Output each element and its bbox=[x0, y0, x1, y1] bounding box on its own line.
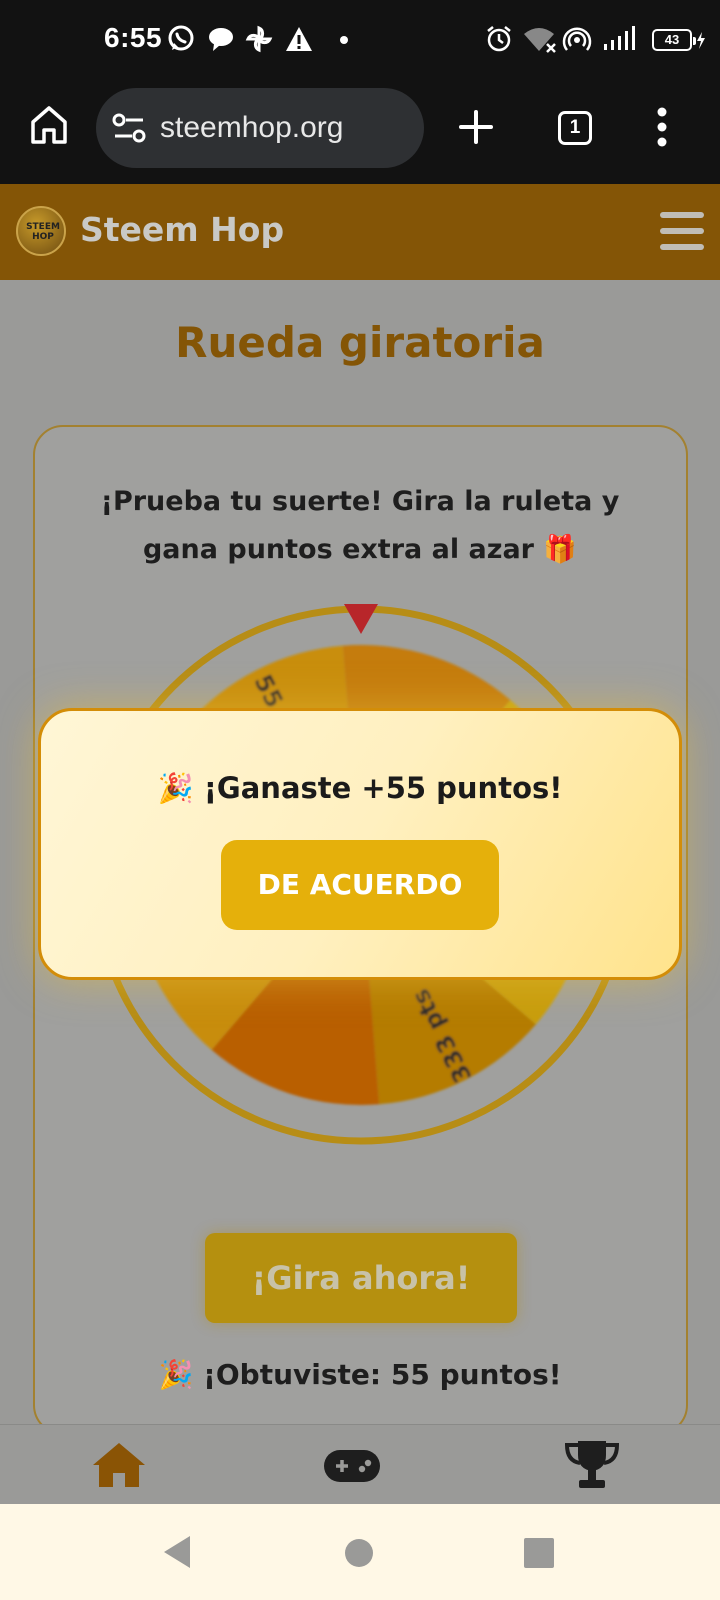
ok-button[interactable]: DE ACUERDO bbox=[221, 840, 499, 930]
more-options-icon[interactable] bbox=[647, 102, 677, 152]
alarm-icon bbox=[487, 26, 511, 52]
tab-switcher-button[interactable]: 1 bbox=[558, 111, 592, 145]
result-modal: 🎉 ¡Ganaste +55 puntos! DE ACUERDO bbox=[38, 708, 682, 980]
status-time: 6:55 bbox=[104, 22, 163, 53]
new-tab-icon[interactable] bbox=[451, 102, 501, 152]
site-header: STEEM HOP Steem Hop bbox=[0, 184, 720, 280]
whatsapp-icon bbox=[168, 25, 194, 51]
page-title: Rueda giratoria bbox=[175, 318, 545, 367]
hotspot-icon bbox=[562, 27, 592, 51]
result-text: 🎉 ¡Obtuviste: 55 puntos! bbox=[158, 1358, 562, 1391]
intro-text: ¡Prueba tu suerte! Gira la ruleta y gana… bbox=[100, 486, 620, 565]
home-icon[interactable] bbox=[24, 100, 74, 150]
chat-icon bbox=[209, 28, 233, 51]
site-settings-icon[interactable] bbox=[112, 112, 146, 144]
site-title[interactable]: Steem Hop bbox=[80, 210, 284, 249]
home-nav-icon[interactable] bbox=[89, 1437, 149, 1493]
recents-icon[interactable] bbox=[524, 1538, 554, 1568]
site-logo[interactable]: STEEM HOP bbox=[16, 206, 66, 256]
wheel-pointer-icon bbox=[344, 604, 378, 634]
warning-icon bbox=[286, 27, 312, 51]
system-navigation-bar bbox=[0, 1504, 720, 1600]
spin-button[interactable]: ¡Gira ahora! bbox=[205, 1233, 517, 1323]
home-circle-icon[interactable] bbox=[344, 1538, 374, 1568]
pinwheel-icon bbox=[245, 25, 273, 53]
browser-toolbar: steemhop.org 1 bbox=[0, 82, 720, 184]
hamburger-menu-icon[interactable] bbox=[660, 212, 704, 250]
logo-text: STEEM HOP bbox=[26, 222, 60, 242]
charging-icon bbox=[697, 32, 705, 49]
trophy-nav-icon[interactable] bbox=[562, 1437, 622, 1493]
modal-message: 🎉 ¡Ganaste +55 puntos! bbox=[157, 771, 563, 805]
battery-icon: 43 bbox=[652, 29, 696, 51]
games-nav-icon[interactable] bbox=[322, 1437, 382, 1493]
dot-icon bbox=[340, 36, 348, 44]
url-text: steemhop.org bbox=[160, 111, 344, 144]
address-bar[interactable]: steemhop.org bbox=[96, 88, 424, 168]
bottom-nav bbox=[0, 1424, 720, 1505]
back-icon[interactable] bbox=[160, 1532, 194, 1572]
signal-icon bbox=[604, 26, 635, 50]
wifi-icon bbox=[524, 28, 556, 53]
status-bar: 6:55 43 bbox=[0, 0, 720, 82]
